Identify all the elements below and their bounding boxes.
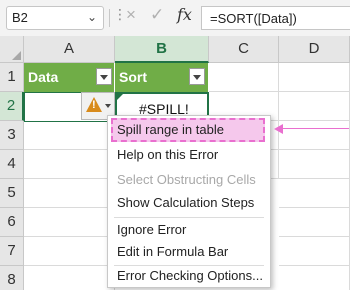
row-header-5[interactable]: 5 bbox=[0, 179, 24, 208]
column-header-d[interactable]: D bbox=[279, 36, 350, 63]
cell[interactable] bbox=[209, 63, 279, 92]
table-header-data[interactable]: Data bbox=[24, 63, 115, 92]
menu-separator bbox=[114, 217, 264, 218]
cell[interactable] bbox=[24, 179, 115, 208]
annotation-arrow-line bbox=[280, 128, 349, 129]
column-header-b[interactable]: B bbox=[115, 36, 209, 63]
row-header-1[interactable]: 1 bbox=[0, 63, 24, 92]
separator bbox=[109, 9, 110, 27]
menu-item-show-calculation-steps[interactable]: Show Calculation Steps bbox=[117, 193, 254, 213]
column-header-c[interactable]: C bbox=[209, 36, 279, 63]
table-header-sort[interactable]: Sort bbox=[115, 63, 209, 92]
name-box[interactable]: B2 ⌄ bbox=[6, 6, 104, 30]
cell[interactable] bbox=[279, 63, 350, 92]
cell[interactable] bbox=[24, 266, 115, 290]
enter-icon[interactable]: ✓ bbox=[150, 6, 164, 23]
row-header-8[interactable]: 8 bbox=[0, 266, 24, 290]
menu-item-edit-in-formula-bar[interactable]: Edit in Formula Bar bbox=[117, 242, 228, 262]
menu-item-select-obstructing-cells: Select Obstructing Cells bbox=[117, 172, 256, 187]
menu-item-error-checking-options[interactable]: Error Checking Options... bbox=[117, 266, 263, 286]
cell[interactable] bbox=[279, 179, 350, 208]
cell[interactable] bbox=[279, 208, 350, 237]
chevron-down-icon[interactable]: ⌄ bbox=[87, 10, 97, 24]
column-header-a[interactable]: A bbox=[24, 36, 115, 63]
formula-bar: B2 ⌄ ⋮ × ✓ fx =SORT([Data]) bbox=[0, 0, 350, 36]
select-all-icon bbox=[12, 51, 21, 60]
error-context-menu: Spill range in table Help on this Error … bbox=[107, 115, 271, 288]
row-header-3[interactable]: 3 bbox=[0, 121, 24, 150]
cell[interactable] bbox=[24, 121, 115, 150]
menu-item-ignore-error[interactable]: Ignore Error bbox=[117, 220, 186, 240]
cell[interactable] bbox=[279, 150, 350, 179]
row-header-6[interactable]: 6 bbox=[0, 208, 24, 237]
cell[interactable] bbox=[24, 237, 115, 266]
chevron-down-icon bbox=[105, 104, 111, 108]
filter-dropdown-icon[interactable] bbox=[96, 68, 112, 85]
name-box-value: B2 bbox=[12, 10, 28, 25]
select-all-button[interactable] bbox=[0, 36, 24, 63]
cell[interactable] bbox=[279, 266, 350, 290]
formula-text: =SORT([Data]) bbox=[210, 11, 297, 26]
filter-dropdown-icon[interactable] bbox=[189, 68, 205, 85]
table-header-label: Sort bbox=[119, 69, 147, 85]
row-header-7[interactable]: 7 bbox=[0, 237, 24, 266]
annotation-arrow-icon bbox=[274, 124, 283, 134]
row-header-2[interactable]: 2 bbox=[0, 92, 24, 121]
menu-item-spill-range-in-table[interactable]: Spill range in table bbox=[117, 120, 224, 140]
error-indicator-icon bbox=[117, 94, 123, 100]
cell[interactable] bbox=[24, 208, 115, 237]
cell[interactable] bbox=[279, 92, 350, 121]
cell[interactable] bbox=[279, 121, 350, 150]
formula-input[interactable]: =SORT([Data]) bbox=[201, 6, 350, 30]
row-header-4[interactable]: 4 bbox=[0, 150, 24, 179]
cell[interactable] bbox=[279, 237, 350, 266]
cell[interactable] bbox=[24, 150, 115, 179]
menu-item-help-on-error[interactable]: Help on this Error bbox=[117, 145, 218, 165]
insert-function-button[interactable]: fx bbox=[177, 5, 192, 24]
drag-handle-icon[interactable]: ⋮ bbox=[113, 7, 127, 21]
table-header-label: Data bbox=[28, 69, 59, 85]
warning-mark: ! bbox=[92, 99, 96, 111]
cancel-icon[interactable]: × bbox=[126, 6, 136, 23]
